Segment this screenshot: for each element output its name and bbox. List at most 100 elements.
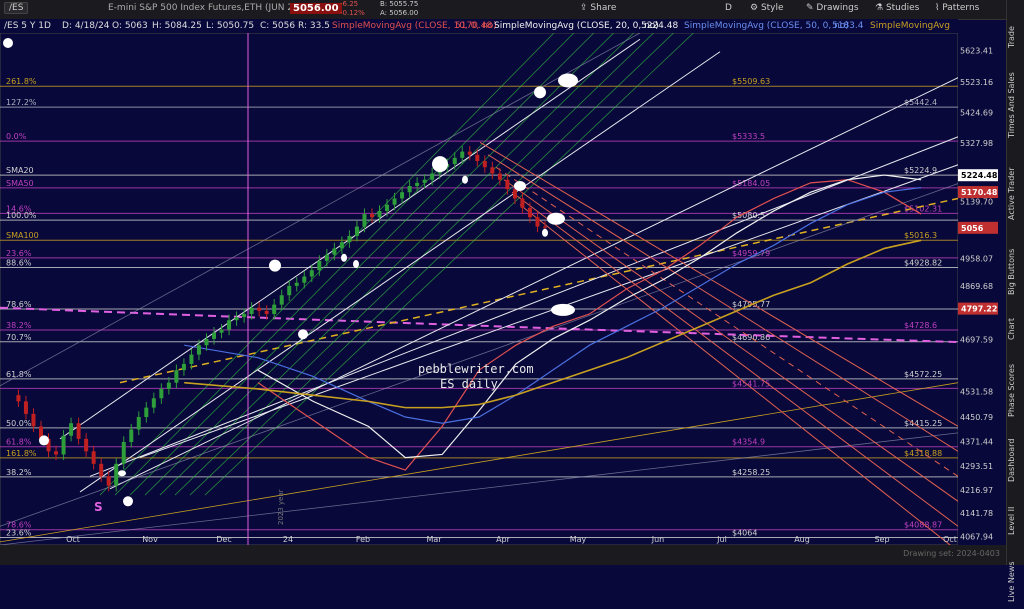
studies-button[interactable]: ⚗ Studies <box>875 3 919 13</box>
level-left-label: SMA100 <box>6 231 39 240</box>
candle-body <box>159 388 164 399</box>
candle-body <box>219 329 224 333</box>
price-tick-label: 4067.94 <box>960 532 993 541</box>
time-tick-label: Jun <box>651 535 665 544</box>
close-value: C: 5056 <box>260 21 296 31</box>
candle-body <box>84 438 89 452</box>
watermark-line1: pebblewriter.com <box>418 362 534 376</box>
patterns-button[interactable]: ⌇ Patterns <box>935 3 979 13</box>
candle-body <box>31 413 36 427</box>
patterns-label: Patterns <box>942 3 980 13</box>
side-tab-times-and-sales[interactable]: Times And Sales <box>1007 63 1024 148</box>
side-tab-big-buttons[interactable]: Big Buttons <box>1007 239 1024 304</box>
change-value: -6.25 <box>340 0 359 8</box>
candle-body <box>166 382 171 389</box>
price-axis[interactable]: 5623.41 5523.16 5424.69 5327.98 5139.70 4958.… <box>958 33 1006 545</box>
symbol-input[interactable]: /ES <box>4 2 29 14</box>
share-button[interactable]: ⇪ Share <box>580 3 616 13</box>
studies-label: Studies <box>885 3 920 13</box>
white-trendline <box>109 77 958 490</box>
time-tick-label: Apr <box>496 535 511 544</box>
candle-body <box>151 398 156 408</box>
candle-body <box>69 423 74 436</box>
green-fan-line <box>99 33 555 496</box>
style-label: Style <box>760 3 784 13</box>
level-left-label: 0.0% <box>6 132 27 141</box>
candle-body <box>400 192 405 199</box>
style-button[interactable]: ⚙ Style <box>750 3 784 13</box>
candle-body <box>106 476 111 486</box>
green-fan-line <box>159 33 635 496</box>
candle-body <box>377 210 382 218</box>
candle-body <box>294 282 299 286</box>
sma50-label[interactable]: SimpleMovingAvg (CLOSE, 50, 0, no) <box>684 21 849 31</box>
marker-dot <box>551 303 575 316</box>
candle-body <box>196 345 201 355</box>
side-tab-chart[interactable]: Chart <box>1007 312 1024 347</box>
candle-body <box>460 151 465 158</box>
pencil-icon: ✎ <box>806 3 817 13</box>
marker-dot <box>123 496 133 507</box>
share-label: Share <box>590 3 617 13</box>
cursor-dot <box>3 38 13 48</box>
drawings-button[interactable]: ✎ Drawings <box>806 3 859 13</box>
price-tick-label: 4869.68 <box>960 282 993 291</box>
candle-body <box>54 451 59 455</box>
candle-body <box>520 198 525 208</box>
level-left-label: SMA20 <box>6 166 34 175</box>
candle-body <box>543 226 547 228</box>
share-icon: ⇪ <box>580 3 591 13</box>
level-right-label: $4572.25 <box>904 370 942 379</box>
sma50-value: 5183.4 <box>832 21 864 31</box>
level-left-label: 127.2% <box>6 98 37 107</box>
candle-body <box>91 451 96 464</box>
yellow-trendline <box>0 382 958 543</box>
white-trendline <box>139 164 958 459</box>
candle-body <box>422 179 427 183</box>
range-value: R: 33.5 <box>298 21 330 31</box>
timeframe-button[interactable]: D <box>725 3 732 13</box>
time-tick-label: Feb <box>356 535 370 544</box>
candle-body <box>249 307 254 314</box>
side-tab-live-news[interactable]: Live News <box>1007 554 1024 609</box>
sma100-label[interactable]: SimpleMovingAvg <box>870 21 950 31</box>
level-right-label: $4258.25 <box>732 468 770 477</box>
price-marker-label: 5224.48 <box>961 171 998 180</box>
price-tick-label: 4371.44 <box>960 438 993 447</box>
level-left-label: 261.8% <box>6 77 37 86</box>
candle-body <box>189 354 194 364</box>
grey-trendline <box>0 432 958 545</box>
marker-dot <box>269 259 281 272</box>
date-value: D: 4/18/24 <box>62 21 110 31</box>
time-axis[interactable]: Oct Nov Dec 24 Feb Mar Apr May Jun Jul Aug Sep Oct <box>0 532 958 545</box>
sma20-label[interactable]: SimpleMovingAvg (CLOSE, 20, 0, no) <box>494 21 659 31</box>
red-channel-line <box>487 154 958 452</box>
side-tab-level-ii[interactable]: Level II <box>1007 496 1024 546</box>
year-label: 2023 year <box>277 489 285 525</box>
candle-body <box>415 182 420 186</box>
price-tick-label: 5424.69 <box>960 109 993 118</box>
price-chart[interactable]: 261.8% $5509.63127.2% $5442.40.0% $5333.5SM… <box>0 33 958 545</box>
marker-dot <box>462 175 468 184</box>
side-tab-active-trader[interactable]: Active Trader <box>1007 156 1024 231</box>
side-tab-bar: Trade Times And Sales Active Trader Big But… <box>1006 0 1024 602</box>
marker-dot <box>341 253 347 262</box>
price-tick-label: 5623.41 <box>960 47 993 56</box>
level-right-label: $4690.86 <box>732 333 770 342</box>
level-right-label: $5333.5 <box>732 132 765 141</box>
s-label: S <box>94 500 103 514</box>
candle-body <box>385 204 390 211</box>
marker-dot <box>298 329 308 340</box>
candle-body <box>490 167 495 174</box>
marker-dot <box>118 470 126 477</box>
level-left-label: 50.0% <box>6 419 32 428</box>
side-tab-dashboard[interactable]: Dashboard <box>1007 433 1024 488</box>
side-tab-phase-scores[interactable]: Phase Scores <box>1007 355 1024 425</box>
marker-dot <box>39 435 49 446</box>
level-left-label: 88.6% <box>6 259 32 268</box>
side-tab-trade[interactable]: Trade <box>1007 20 1024 55</box>
candle-body <box>369 214 374 218</box>
candle-body <box>227 320 232 330</box>
candle-body <box>512 189 517 199</box>
symbol-value[interactable]: /ES <box>4 2 29 14</box>
